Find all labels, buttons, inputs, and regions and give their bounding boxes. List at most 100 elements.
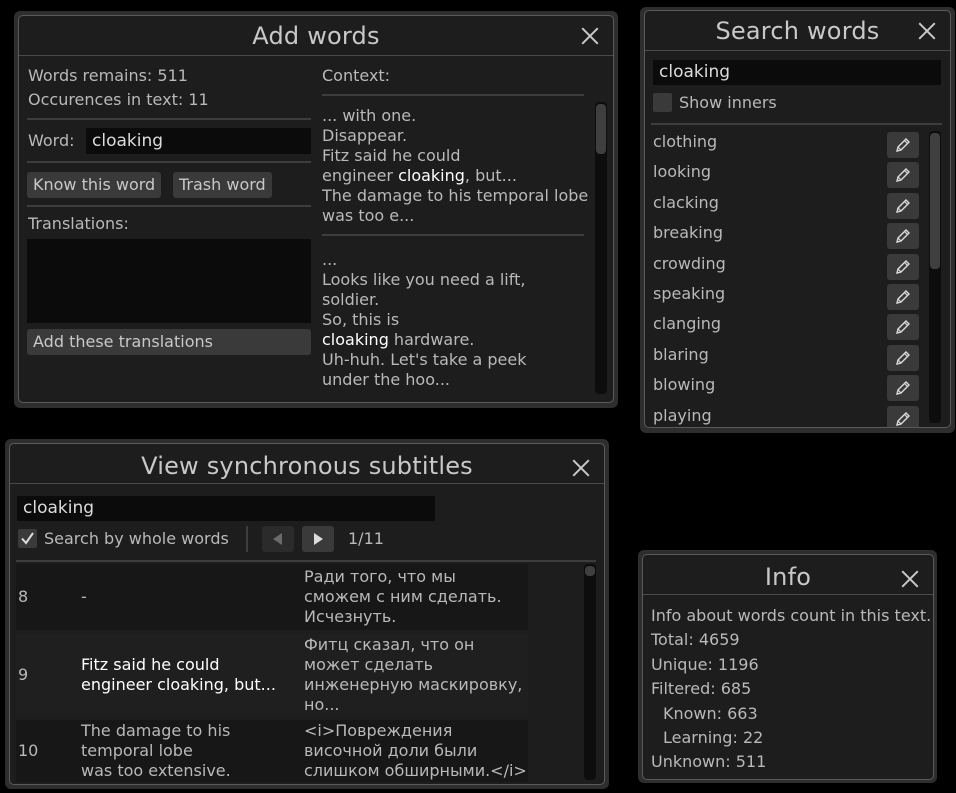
close-icon[interactable] xyxy=(579,25,601,47)
search-result-label: clanging xyxy=(653,314,722,334)
context-list: ... with one. Disappear. Fitz said he coul… xyxy=(322,106,592,396)
context-text: hardware. xyxy=(388,330,475,349)
search-results-scrollbar[interactable] xyxy=(929,131,941,423)
edit-word-button[interactable] xyxy=(887,162,919,189)
info-line: Info about words count in this text. xyxy=(651,606,932,625)
highlighted-word: cloaking xyxy=(322,330,389,349)
context-line: cloaking hardware. xyxy=(322,330,592,350)
know-this-word-button[interactable]: Know this word xyxy=(27,172,162,198)
context-text: engineer xyxy=(322,166,399,185)
search-result-label: speaking xyxy=(653,284,726,303)
subtitle-row[interactable]: 8 - Ради того, что мы сможем с ним сделать.… xyxy=(16,564,528,630)
search-result-item[interactable]: clothing xyxy=(645,129,929,159)
edit-word-button[interactable] xyxy=(887,253,919,280)
subtitles-search-input[interactable]: cloaking xyxy=(17,496,435,521)
search-result-item[interactable]: clanging xyxy=(645,311,929,341)
translations-textarea[interactable] xyxy=(27,239,311,323)
word-input[interactable]: cloaking xyxy=(86,128,311,154)
edit-word-button[interactable] xyxy=(887,284,919,310)
page-counter: 1/11 xyxy=(348,529,384,548)
words-remains-text: Words remains: 511 xyxy=(28,66,188,85)
translations-label: Translations: xyxy=(28,214,129,233)
context-divider xyxy=(322,234,584,236)
pencil-icon xyxy=(896,350,910,365)
subtitle-original-text: - xyxy=(81,587,87,607)
whole-words-label: Search by whole words xyxy=(44,529,229,548)
prev-page-button[interactable] xyxy=(262,526,294,552)
search-result-item[interactable]: crowding xyxy=(645,251,929,281)
pencil-icon xyxy=(896,381,910,396)
edit-word-button[interactable] xyxy=(887,405,919,427)
edit-word-button[interactable] xyxy=(887,344,919,371)
context-line: The damage to his temporal lobe xyxy=(322,186,592,206)
info-line: Learning: 22 xyxy=(663,728,764,748)
context-text: was too e... xyxy=(322,206,415,225)
subtitle-translation-text: Ради того, что мы сможем с ним сделать. Ис… xyxy=(304,567,502,627)
context-line: So, this is xyxy=(322,310,592,330)
context-scrollbar[interactable] xyxy=(595,102,607,394)
context-entry[interactable]: ... Looks like you need a lift, soldier. So… xyxy=(322,250,592,390)
search-result-item[interactable]: blaring xyxy=(645,342,929,372)
subtitle-row[interactable]: 10 The damage to his temporal lobe was too … xyxy=(16,720,528,782)
context-line: soldier. xyxy=(322,290,592,310)
subtitle-row[interactable]: 9 Fitz said he could engineer cloaking, bu… xyxy=(16,634,528,716)
context-entry[interactable]: ... with one. Disappear. Fitz said he coul… xyxy=(322,106,592,226)
search-result-item[interactable]: breaking xyxy=(645,220,929,250)
context-line: Fitz said he could xyxy=(322,146,592,166)
subtitle-translation-line: инженерную маскировку, xyxy=(304,675,523,694)
context-text: ... xyxy=(322,250,338,269)
edit-word-button[interactable] xyxy=(887,192,919,219)
occurences-text: Occurences in text: 11 xyxy=(28,90,209,109)
context-line: ... xyxy=(322,250,592,270)
subtitle-translation-line: Ради того, что мы xyxy=(304,567,456,586)
info-titlebar[interactable]: Info xyxy=(643,555,933,595)
search-result-item[interactable]: blowing xyxy=(645,372,929,402)
search-words-input[interactable]: cloaking xyxy=(653,60,941,85)
context-text: Uh-huh. Let's take a peek xyxy=(322,350,527,369)
pencil-icon xyxy=(896,320,910,335)
context-scrollbar-thumb[interactable] xyxy=(596,104,606,154)
edit-word-button[interactable] xyxy=(887,223,919,250)
search-result-label: crowding xyxy=(653,253,726,273)
close-icon[interactable] xyxy=(916,20,938,42)
search-result-label: blowing xyxy=(653,375,716,395)
context-text: Fitz said he could xyxy=(322,146,461,165)
show-inners-label: Show inners xyxy=(679,93,777,112)
search-words-titlebar[interactable]: Search words xyxy=(645,11,950,51)
edit-word-button[interactable] xyxy=(887,132,919,158)
whole-words-checkbox[interactable] xyxy=(18,529,37,548)
trash-word-button[interactable]: Trash word xyxy=(173,172,272,198)
info-line: Unique: 1196 xyxy=(651,654,759,674)
subtitle-translation-text: Фитц сказал, что он может сделать инженерн… xyxy=(304,635,522,715)
subtitle-translation-text: <i>Повреждения височной доли были слишком … xyxy=(304,721,527,781)
subtitles-scrollbar-thumb[interactable] xyxy=(585,566,595,576)
search-result-item[interactable]: speaking xyxy=(645,281,929,311)
search-result-label: clothing xyxy=(653,132,718,151)
context-line: ... with one. xyxy=(322,106,592,126)
subtitles-title: View synchronous subtitles xyxy=(141,452,473,480)
subtitle-original-line: engineer cloaking, but... xyxy=(81,675,276,694)
search-scrollbar-thumb[interactable] xyxy=(930,133,940,269)
info-window: Info Info about words count in this text… xyxy=(642,554,934,780)
subtitle-original-line: The damage to his xyxy=(81,721,231,740)
add-words-titlebar[interactable]: Add words xyxy=(19,16,613,56)
subtitles-table: 8 - Ради того, что мы сможем с ним сделать.… xyxy=(10,564,580,782)
info-title: Info xyxy=(764,563,812,591)
search-result-item[interactable]: playing xyxy=(645,403,929,427)
next-page-button[interactable] xyxy=(302,526,334,552)
search-words-title: Search words xyxy=(715,17,880,45)
edit-word-button[interactable] xyxy=(887,314,919,341)
pencil-icon xyxy=(896,198,910,213)
search-result-item[interactable]: clacking xyxy=(645,190,929,220)
edit-word-button[interactable] xyxy=(887,375,919,402)
add-translations-button[interactable]: Add these translations xyxy=(27,329,311,355)
pencil-icon xyxy=(896,411,910,426)
context-text: Looks like you need a lift, xyxy=(322,270,526,289)
close-icon[interactable] xyxy=(899,568,921,590)
close-icon[interactable] xyxy=(570,457,592,479)
search-result-item[interactable]: looking xyxy=(645,159,929,189)
show-inners-checkbox[interactable] xyxy=(653,93,672,112)
subtitles-titlebar[interactable]: View synchronous subtitles xyxy=(10,444,604,484)
info-line: Total: 4659 xyxy=(651,630,740,650)
subtitles-scrollbar[interactable] xyxy=(584,564,596,780)
